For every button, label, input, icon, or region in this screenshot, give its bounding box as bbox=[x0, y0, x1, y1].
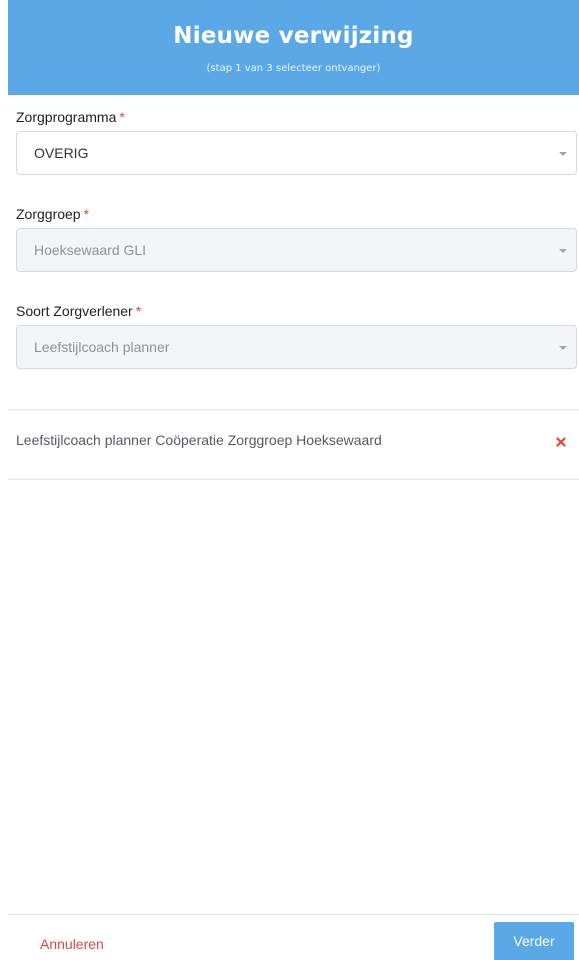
footer-divider bbox=[8, 914, 579, 915]
divider bbox=[8, 409, 579, 410]
referral-page: Nieuwe verwijzing (stap 1 van 3 selectee… bbox=[0, 0, 579, 960]
soort-zorgverlener-select[interactable]: Leefstijlcoach planner bbox=[16, 325, 577, 369]
zorgprogramma-label: Zorgprogramma * bbox=[16, 109, 125, 125]
header-bar: Nieuwe verwijzing (stap 1 van 3 selectee… bbox=[8, 0, 579, 95]
chevron-down-icon bbox=[559, 249, 567, 253]
zorggroep-select[interactable]: Hoeksewaard GLI bbox=[16, 228, 577, 272]
soort-zorgverlener-label: Soort Zorgverlener * bbox=[16, 303, 141, 319]
next-button[interactable]: Verder bbox=[494, 922, 574, 960]
chevron-down-icon bbox=[559, 152, 567, 156]
cancel-button[interactable]: Annuleren bbox=[40, 936, 104, 952]
selected-recipient: Leefstijlcoach planner Coöperatie Zorggr… bbox=[16, 432, 382, 448]
zorgprogramma-select[interactable]: OVERIG bbox=[16, 131, 577, 175]
page-title: Nieuwe verwijzing bbox=[173, 23, 414, 49]
zorgprogramma-label-text: Zorgprogramma bbox=[16, 109, 117, 125]
close-icon[interactable] bbox=[554, 435, 568, 449]
step-indicator: (stap 1 van 3 selecteer ontvanger) bbox=[206, 63, 381, 74]
zorgprogramma-value: OVERIG bbox=[34, 145, 89, 161]
soort-zorgverlener-value: Leefstijlcoach planner bbox=[34, 339, 170, 355]
soort-zorgverlener-label-text: Soort Zorgverlener bbox=[16, 303, 133, 319]
divider bbox=[8, 479, 579, 480]
required-marker: * bbox=[83, 206, 90, 222]
chevron-down-icon bbox=[559, 346, 567, 350]
zorggroep-label-text: Zorggroep bbox=[16, 206, 81, 222]
required-marker: * bbox=[135, 303, 142, 319]
zorggroep-value: Hoeksewaard GLI bbox=[34, 242, 147, 258]
required-marker: * bbox=[119, 109, 125, 125]
zorggroep-label: Zorggroep * bbox=[16, 206, 89, 222]
